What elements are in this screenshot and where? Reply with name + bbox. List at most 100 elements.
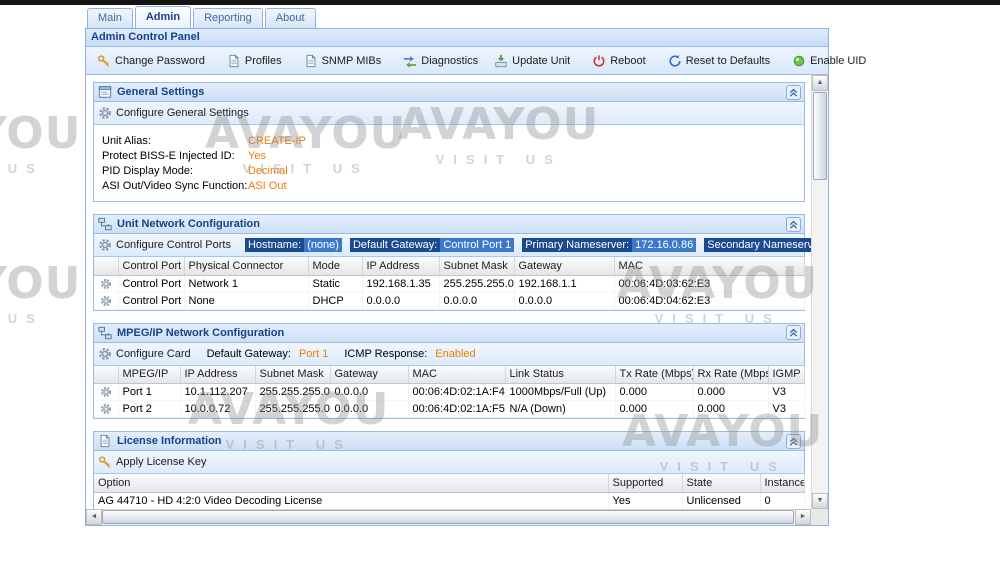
tab-main[interactable]: Main <box>87 8 133 28</box>
column-header[interactable]: Rx Rate (Mbps) <box>693 366 768 384</box>
configure-card-button[interactable]: Configure Card <box>98 347 191 361</box>
table-header-row: Control Port Physical Connector Mode IP … <box>94 257 804 275</box>
vertical-scrollbar[interactable]: ▲ ▼ <box>811 75 828 509</box>
tab-label: Admin <box>146 11 180 23</box>
hostname-label: Hostname: <box>245 238 304 252</box>
panel-header-license-information[interactable]: License Information <box>94 432 804 451</box>
gear-icon <box>98 106 112 120</box>
diagnostics-label: Diagnostics <box>421 55 478 67</box>
cell: 192.168.1.1 <box>514 275 614 292</box>
scroll-right-icon[interactable]: ► <box>795 509 811 525</box>
collapse-panel-icon[interactable] <box>786 325 801 340</box>
tab-about[interactable]: About <box>265 8 316 28</box>
panel-header-unit-network[interactable]: Unit Network Configuration <box>94 215 804 234</box>
collapse-panel-icon[interactable] <box>786 434 801 449</box>
enable-uid-button[interactable]: Enable UID <box>786 51 872 71</box>
field-row: ASI Out/Video Sync Function: ASI Out <box>102 179 804 194</box>
table-row[interactable]: AG 44710 - HD 4:2:0 Video Decoding Licen… <box>94 492 804 509</box>
scroll-left-icon[interactable]: ◄ <box>86 509 102 525</box>
table-row[interactable]: Port 1 10.1.112.207 255.255.255.0 0.0.0.… <box>94 384 804 401</box>
column-header[interactable]: Gateway <box>514 257 614 275</box>
reset-arrow-icon <box>668 54 682 68</box>
default-gateway-value: Control Port 1 <box>440 238 514 252</box>
diagnostics-arrows-icon <box>403 54 417 68</box>
configure-control-ports-button[interactable]: Configure Control Ports <box>98 238 231 252</box>
column-header[interactable]: Control Port <box>118 257 184 275</box>
column-header[interactable]: State <box>682 474 760 492</box>
cell: 0.000 <box>693 401 768 418</box>
column-header[interactable]: IP Address <box>180 366 255 384</box>
scroll-down-icon[interactable]: ▼ <box>812 493 828 509</box>
tab-reporting[interactable]: Reporting <box>193 8 263 28</box>
column-header[interactable]: Physical Connector <box>184 257 308 275</box>
field-label: PID Display Mode: <box>102 164 248 179</box>
panel-general-settings: General Settings Configure General Setti… <box>93 82 805 202</box>
panel-title: License Information <box>117 435 222 447</box>
update-unit-label: Update Unit <box>512 55 570 67</box>
field-value: CREATE-IP <box>248 134 306 149</box>
collapse-panel-icon[interactable] <box>786 85 801 100</box>
table-row[interactable]: Control Port 2 None DHCP 0.0.0.0 0.0.0.0… <box>94 292 804 309</box>
watermark: AVAYOUVISIT US <box>0 112 81 176</box>
scroll-up-icon[interactable]: ▲ <box>812 75 828 91</box>
table-header-row: Option Supported State Instances <box>94 474 804 492</box>
column-header[interactable]: IP Address <box>362 257 439 275</box>
column-header[interactable]: Link Status <box>505 366 615 384</box>
row-settings-gear-icon[interactable] <box>100 386 112 398</box>
row-settings-gear-icon[interactable] <box>100 295 112 307</box>
panel-header-general-settings[interactable]: General Settings <box>94 83 804 102</box>
field-row: PID Display Mode: Decimal <box>102 164 804 179</box>
cell: 00:06:4D:02:1A:F4 <box>408 384 505 401</box>
horizontal-scrollbar[interactable]: ◄ ► <box>86 509 828 525</box>
row-settings-gear-icon[interactable] <box>100 278 112 290</box>
column-header[interactable]: Option <box>94 474 608 492</box>
cell: 0.0.0.0 <box>362 292 439 309</box>
row-actions-column-header[interactable] <box>94 366 118 384</box>
icmp-response-label: ICMP Response: <box>344 348 427 360</box>
cell: Control Port 2 <box>118 292 184 309</box>
apply-license-key-button[interactable]: Apply License Key <box>98 455 207 469</box>
column-header[interactable]: Subnet Mask <box>439 257 514 275</box>
license-key-icon <box>98 455 112 469</box>
tab-admin[interactable]: Admin <box>135 6 191 28</box>
table-row[interactable]: Control Port 1 Network 1 Static 192.168.… <box>94 275 804 292</box>
snmp-mibs-button[interactable]: SNMP MIBs <box>298 51 388 71</box>
column-header[interactable]: Instances <box>760 474 804 492</box>
column-header[interactable]: IGMP <box>768 366 804 384</box>
configure-general-settings-button[interactable]: Configure General Settings <box>98 106 249 120</box>
column-header[interactable]: MPEG/IP <box>118 366 180 384</box>
cell: 0.000 <box>615 401 693 418</box>
table-header-row: MPEG/IP IP Address Subnet Mask Gateway M… <box>94 366 804 384</box>
column-header[interactable]: Supported <box>608 474 682 492</box>
update-unit-button[interactable]: Update Unit <box>488 51 576 71</box>
change-password-button[interactable]: Change Password <box>91 51 211 71</box>
license-toolbar: Apply License Key <box>94 451 804 474</box>
row-actions-column-header[interactable] <box>94 257 118 275</box>
screen: Main Admin Reporting About Admin Control… <box>0 0 1000 563</box>
field-value: ASI Out <box>248 179 287 194</box>
diagnostics-button[interactable]: Diagnostics <box>397 51 484 71</box>
column-header[interactable]: Tx Rate (Mbps) <box>615 366 693 384</box>
vertical-scrollbar-thumb[interactable] <box>813 92 827 180</box>
cell: 255.255.255.0 <box>439 275 514 292</box>
cell: 0.0.0.0 <box>514 292 614 309</box>
column-header[interactable]: Mode <box>308 257 362 275</box>
change-password-label: Change Password <box>115 55 205 67</box>
configure-general-settings-label: Configure General Settings <box>116 107 249 119</box>
scrollbar-corner <box>811 509 828 525</box>
panel-license-information: License Information Apply License Key <box>93 431 805 509</box>
watermark: AVAYOUVISIT US <box>0 262 81 326</box>
profiles-button[interactable]: Profiles <box>221 51 288 71</box>
column-header[interactable]: Subnet Mask <box>255 366 330 384</box>
column-header[interactable]: Gateway <box>330 366 408 384</box>
table-row[interactable]: Port 2 10.0.0.72 255.255.255.0 0.0.0.0 0… <box>94 401 804 418</box>
row-settings-gear-icon[interactable] <box>100 403 112 415</box>
reboot-button[interactable]: Reboot <box>586 51 651 71</box>
reset-to-defaults-button[interactable]: Reset to Defaults <box>662 51 776 71</box>
column-header[interactable]: MAC <box>614 257 804 275</box>
panel-header-mpeg-network[interactable]: MPEG/IP Network Configuration <box>94 324 804 343</box>
horizontal-scrollbar-thumb[interactable] <box>102 510 794 524</box>
column-header[interactable]: MAC <box>408 366 505 384</box>
collapse-panel-icon[interactable] <box>786 217 801 232</box>
unit-network-icon <box>98 217 112 231</box>
